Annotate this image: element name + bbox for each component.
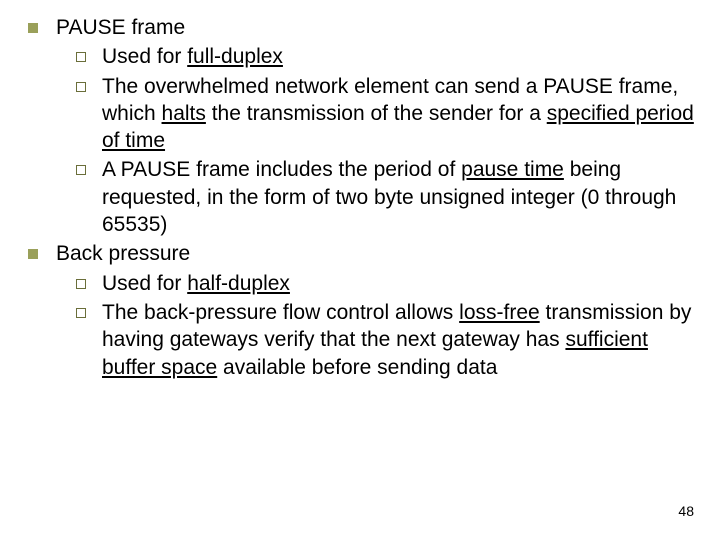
subbullet: The back-pressure flow control allows lo… — [76, 299, 702, 381]
underline-run: halts — [162, 102, 206, 125]
hollow-square-bullet-icon — [76, 52, 86, 62]
bullet-title: Back pressure — [56, 240, 702, 267]
text-run: Used for — [102, 272, 187, 295]
slide: PAUSE frame Used for full-duplex The ove… — [0, 0, 720, 540]
text-run: Used for — [102, 45, 187, 68]
text-run: The back-pressure flow control allows — [102, 301, 459, 324]
subbullet-text: A PAUSE frame includes the period of pau… — [102, 156, 702, 238]
bullet-back-pressure: Back pressure — [28, 240, 702, 267]
subbullet-text: Used for full-duplex — [102, 43, 702, 70]
text-run: the transmission of the sender for a — [206, 102, 547, 125]
page-number: 48 — [678, 502, 694, 520]
bullet-pause-frame: PAUSE frame — [28, 14, 702, 41]
subbullet: The overwhelmed network element can send… — [76, 73, 702, 155]
subbullet: A PAUSE frame includes the period of pau… — [76, 156, 702, 238]
hollow-square-bullet-icon — [76, 308, 86, 318]
hollow-square-bullet-icon — [76, 82, 86, 92]
subbullet: Used for half-duplex — [76, 270, 702, 297]
underline-run: half-duplex — [187, 272, 290, 295]
text-run: A PAUSE frame includes the period of — [102, 158, 461, 181]
subbullet-text: Used for half-duplex — [102, 270, 702, 297]
subbullet-text: The overwhelmed network element can send… — [102, 73, 702, 155]
square-bullet-icon — [28, 23, 38, 33]
underline-run: pause time — [461, 158, 564, 181]
hollow-square-bullet-icon — [76, 165, 86, 175]
hollow-square-bullet-icon — [76, 279, 86, 289]
subbullet: Used for full-duplex — [76, 43, 702, 70]
bullet-title: PAUSE frame — [56, 14, 702, 41]
underline-run: full-duplex — [187, 45, 283, 68]
square-bullet-icon — [28, 249, 38, 259]
text-run: available before sending data — [217, 356, 497, 379]
subbullet-text: The back-pressure flow control allows lo… — [102, 299, 702, 381]
underline-run: loss-free — [459, 301, 540, 324]
